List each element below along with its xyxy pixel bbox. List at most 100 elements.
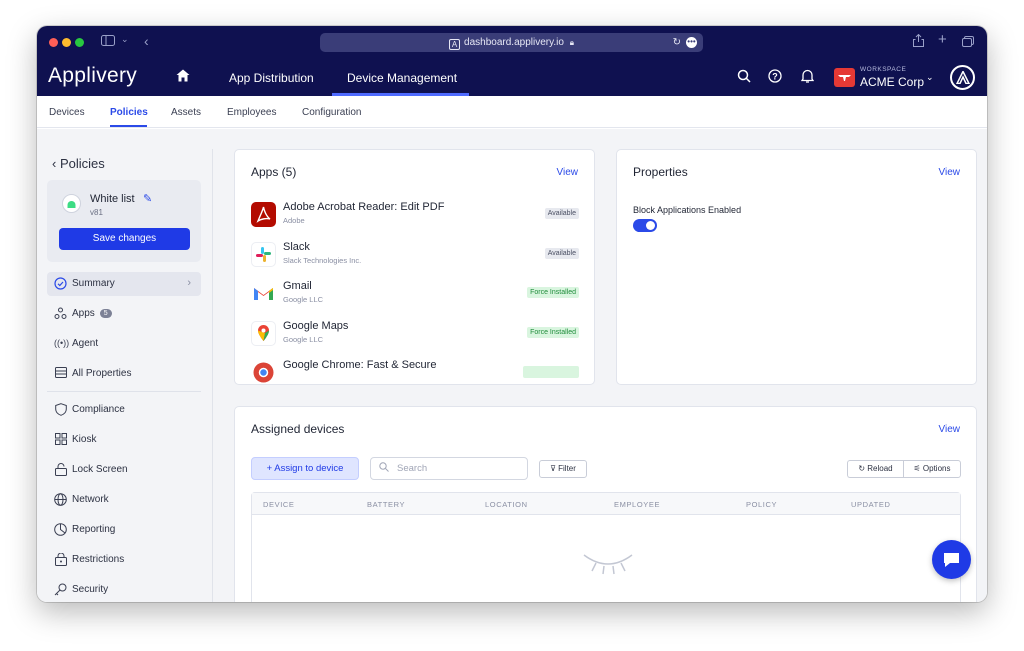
status-badge: Available bbox=[544, 248, 579, 259]
app-name: Slack bbox=[283, 241, 310, 253]
svg-text:?: ? bbox=[772, 72, 778, 82]
column-header-employee[interactable]: EMPLOYEE bbox=[614, 500, 660, 509]
back-to-policies-link[interactable]: ‹ Policies bbox=[52, 156, 105, 171]
subtab-devices[interactable]: Devices bbox=[49, 107, 85, 118]
apps-card-title: Apps (5) bbox=[251, 165, 297, 179]
sidebar-item-all-properties[interactable]: All Properties bbox=[47, 362, 201, 386]
tab-device-management[interactable]: Device Management bbox=[347, 71, 457, 85]
help-icon[interactable]: ? bbox=[768, 69, 782, 88]
toggle-knob bbox=[646, 221, 655, 230]
sidebar-item-network[interactable]: Network bbox=[47, 488, 201, 512]
home-icon[interactable] bbox=[176, 69, 190, 87]
sidebar-item-apps[interactable]: Apps 5 bbox=[47, 302, 201, 326]
pie-chart-icon bbox=[54, 523, 67, 536]
properties-card: Properties View Block Applications Enabl… bbox=[616, 149, 977, 385]
column-header-location[interactable]: LOCATION bbox=[485, 500, 528, 509]
sidebar-item-restrictions[interactable]: Restrictions bbox=[47, 548, 201, 572]
column-header-updated[interactable]: UPDATED bbox=[851, 500, 890, 509]
sidebar-item-label: Kiosk bbox=[72, 434, 97, 445]
sidebar-item-label: Reporting bbox=[72, 524, 116, 535]
subtab-assets[interactable]: Assets bbox=[171, 107, 201, 118]
close-window-button[interactable] bbox=[49, 38, 58, 47]
sidebar-item-reporting[interactable]: Reporting bbox=[47, 518, 201, 542]
lock-icon bbox=[54, 463, 67, 476]
apps-view-link[interactable]: View bbox=[557, 167, 579, 178]
block-applications-toggle[interactable] bbox=[633, 219, 657, 232]
gmail-icon bbox=[251, 281, 276, 306]
column-header-device[interactable]: DEVICE bbox=[263, 500, 295, 509]
list-item[interactable]: Gmail Google LLC Force Installed bbox=[251, 279, 579, 317]
zoom-window-button[interactable] bbox=[75, 38, 84, 47]
list-item[interactable]: Adobe Acrobat Reader: Edit PDF Adobe Ava… bbox=[251, 200, 579, 238]
app-name: Adobe Acrobat Reader: Edit PDF bbox=[283, 201, 445, 213]
app-logo[interactable]: Applivery bbox=[48, 64, 137, 88]
sidebar-item-summary[interactable]: Summary › bbox=[47, 272, 201, 296]
edit-icon[interactable]: ✎ bbox=[143, 192, 152, 205]
filter-button[interactable]: ⊽ Filter bbox=[539, 460, 587, 478]
options-button[interactable]: ⚟ Options bbox=[903, 460, 961, 478]
assign-label: Assign to device bbox=[274, 463, 344, 474]
sidebar-item-security[interactable]: Security bbox=[47, 578, 201, 602]
app-publisher: Adobe bbox=[283, 216, 305, 225]
search-input[interactable]: Search bbox=[370, 457, 528, 480]
chevron-down-icon[interactable]: ⌄ bbox=[121, 34, 129, 45]
app-name: Google Chrome: Fast & Secure bbox=[283, 359, 437, 371]
back-label: Policies bbox=[59, 156, 105, 171]
status-badge: Available bbox=[544, 208, 579, 219]
subtab-policies[interactable]: Policies bbox=[110, 107, 148, 118]
reload-button[interactable]: ↻ Reload bbox=[847, 460, 903, 478]
tab-app-distribution[interactable]: App Distribution bbox=[229, 71, 314, 85]
shield-icon bbox=[54, 403, 67, 416]
sidebar-item-kiosk[interactable]: Kiosk bbox=[47, 428, 201, 452]
lock-icon: 🔒︎ bbox=[569, 38, 574, 47]
sidebar-item-lock-screen[interactable]: Lock Screen bbox=[47, 458, 201, 482]
list-item[interactable]: Google Chrome: Fast & Secure bbox=[251, 358, 579, 384]
new-tab-icon[interactable]: + bbox=[938, 31, 947, 48]
adobe-acrobat-icon bbox=[251, 202, 276, 227]
sidebar-item-apps-label: Apps 5 bbox=[72, 308, 112, 319]
chat-support-button[interactable] bbox=[932, 540, 971, 579]
main-content: ‹ Policies White list ✎ v81 Save changes… bbox=[37, 129, 987, 602]
policy-card: White list ✎ v81 Save changes bbox=[47, 180, 201, 262]
globe-icon bbox=[54, 493, 67, 506]
sidebar-item-label: Summary bbox=[72, 278, 115, 289]
back-arrow-icon[interactable]: ‹ bbox=[144, 33, 149, 49]
column-header-policy[interactable]: POLICY bbox=[746, 500, 777, 509]
sidebar-item-agent[interactable]: ((•)) Agent bbox=[47, 332, 201, 356]
bell-icon[interactable] bbox=[800, 69, 815, 88]
table-header: DEVICE BATTERY LOCATION EMPLOYEE POLICY … bbox=[252, 493, 960, 515]
reload-icon[interactable]: ↻ bbox=[673, 33, 681, 52]
app-name: Gmail bbox=[283, 280, 312, 292]
tabs-overview-icon[interactable] bbox=[962, 36, 974, 50]
save-changes-button[interactable]: Save changes bbox=[59, 228, 190, 250]
workspace-logo bbox=[834, 68, 855, 87]
apps-icon bbox=[54, 307, 67, 320]
chevron-down-icon[interactable]: ⌄ bbox=[926, 72, 934, 83]
sidebar-item-compliance[interactable]: Compliance bbox=[47, 398, 201, 422]
avatar[interactable] bbox=[950, 65, 975, 90]
minimize-window-button[interactable] bbox=[62, 38, 71, 47]
list-item[interactable]: Google Maps Google LLC Force Installed bbox=[251, 319, 579, 357]
policy-version: v81 bbox=[90, 208, 103, 217]
closed-eye-icon bbox=[582, 551, 634, 580]
share-icon[interactable] bbox=[913, 33, 924, 50]
subtab-configuration[interactable]: Configuration bbox=[302, 107, 361, 118]
devices-view-link[interactable]: View bbox=[939, 424, 961, 435]
address-bar[interactable]: Adashboard.applivery.io 🔒︎ ↻ ••• bbox=[320, 33, 703, 52]
filter-icon: ⊽ bbox=[550, 464, 559, 473]
list-item[interactable]: Slack Slack Technologies Inc. Available bbox=[251, 240, 579, 278]
assign-to-device-button[interactable]: + Assign to device bbox=[251, 457, 359, 480]
sidebar-item-label: Compliance bbox=[72, 404, 125, 415]
sidebar-toggle-icon[interactable] bbox=[101, 35, 115, 49]
column-header-battery[interactable]: BATTERY bbox=[367, 500, 405, 509]
properties-view-link[interactable]: View bbox=[939, 167, 961, 178]
workspace-name[interactable]: ACME Corp bbox=[860, 75, 924, 89]
reload-icon: ↻ bbox=[858, 464, 868, 473]
filter-label: Filter bbox=[558, 464, 576, 473]
assigned-devices-title: Assigned devices bbox=[251, 422, 345, 436]
chat-icon bbox=[932, 553, 971, 583]
devices-table: DEVICE BATTERY LOCATION EMPLOYEE POLICY … bbox=[251, 492, 961, 602]
search-icon[interactable] bbox=[737, 69, 751, 88]
subtab-employees[interactable]: Employees bbox=[227, 107, 276, 118]
more-icon[interactable]: ••• bbox=[686, 37, 697, 48]
